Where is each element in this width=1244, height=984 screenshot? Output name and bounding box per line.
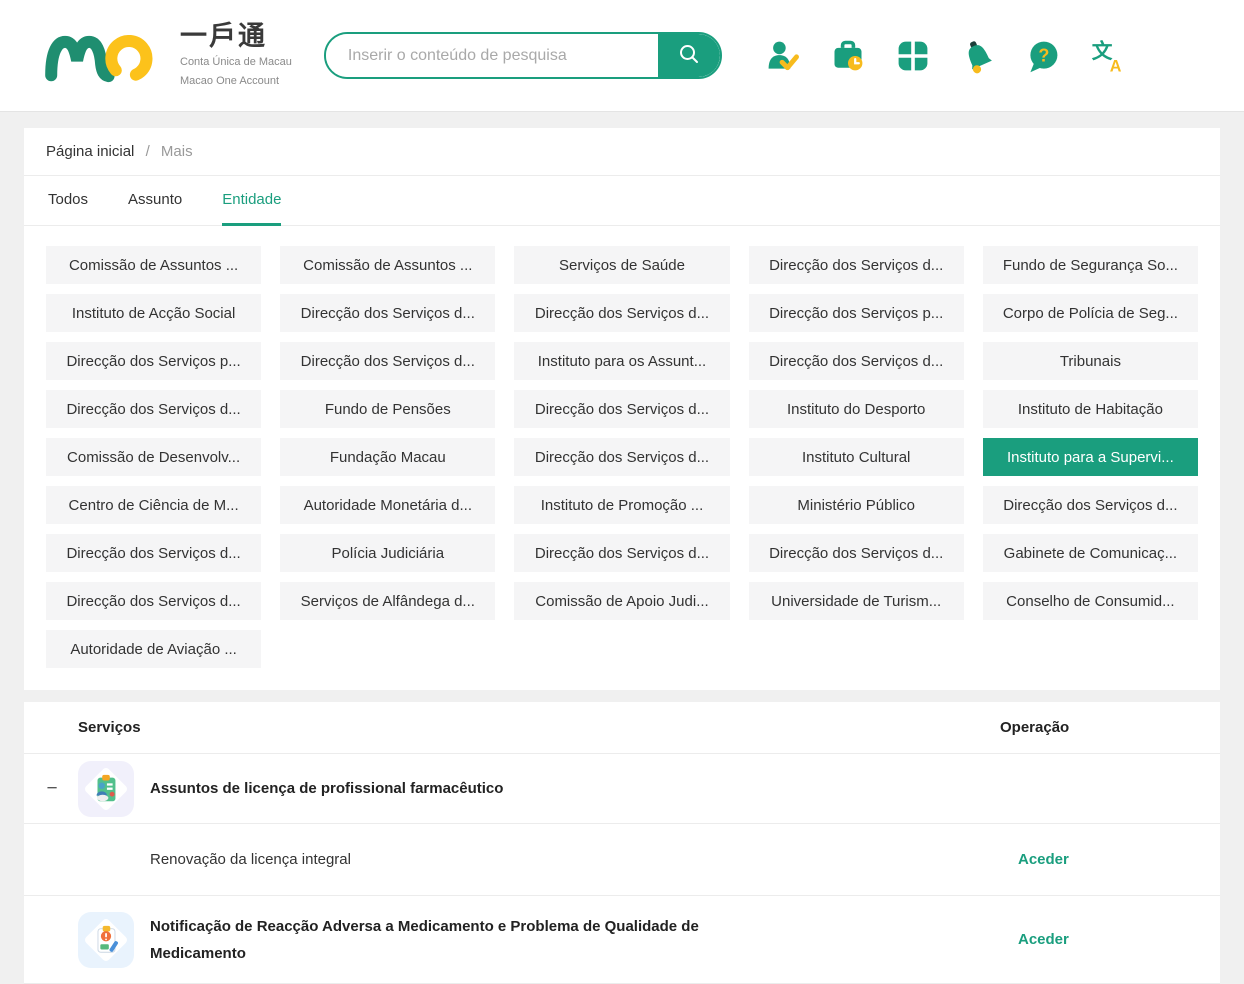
entity-button[interactable]: Corpo de Polícia de Seg... (983, 294, 1198, 332)
brand-subtitle-pt: Conta Única de Macau (180, 55, 292, 71)
entity-button[interactable]: Centro de Ciência de M... (46, 486, 261, 524)
brand-text: 一戶通 Conta Única de Macau Macao One Accou… (180, 21, 292, 90)
top-header: 一戶通 Conta Única de Macau Macao One Accou… (0, 0, 1244, 112)
header-icon-row: ? 文 A (764, 37, 1127, 75)
entity-button[interactable]: Direcção dos Serviços p... (46, 342, 261, 380)
service-child-title: Renovação da licença integral (150, 851, 351, 868)
entity-button[interactable]: Direcção dos Serviços d... (749, 342, 964, 380)
entity-button[interactable]: Instituto para a Supervi... (983, 438, 1198, 476)
entity-button[interactable]: Direcção dos Serviços p... (749, 294, 964, 332)
entity-button[interactable]: Tribunais (983, 342, 1198, 380)
services-card: Serviços Operação − Assuntos de licença (24, 702, 1220, 984)
entity-button[interactable]: Instituto de Habitação (983, 390, 1198, 428)
service-child-row: Renovação da licença integral Aceder (24, 824, 1220, 896)
tab-assunto[interactable]: Assunto (128, 176, 182, 226)
services-column-header: Serviços (24, 719, 1000, 736)
entity-button[interactable]: Comissão de Assuntos ... (280, 246, 495, 284)
entity-button[interactable]: Ministério Público (749, 486, 964, 524)
entity-button[interactable]: Comissão de Assuntos ... (46, 246, 261, 284)
entity-button[interactable]: Direcção dos Serviços d... (46, 534, 261, 572)
entity-button[interactable]: Direcção dos Serviços d... (46, 390, 261, 428)
breadcrumb-current: Mais (161, 143, 193, 160)
entity-button[interactable]: Direcção dos Serviços d... (983, 486, 1198, 524)
entity-grid: Comissão de Assuntos ... Comissão de Assu… (24, 226, 1220, 690)
entity-button[interactable]: Comissão de Desenvolv... (46, 438, 261, 476)
search-input[interactable] (326, 34, 658, 77)
filter-card: Página inicial / Mais Todos Assunto Enti… (24, 128, 1220, 690)
collapse-toggle[interactable]: − (38, 778, 66, 800)
tab-todos[interactable]: Todos (48, 176, 88, 226)
entity-button[interactable]: Autoridade de Aviação ... (46, 630, 261, 668)
brand-title: 一戶通 (180, 21, 292, 52)
brand-subtitle-en: Macao One Account (180, 74, 292, 90)
entity-button[interactable]: Direcção dos Serviços d... (514, 294, 729, 332)
entity-button[interactable]: Direcção dos Serviços d... (514, 390, 729, 428)
entity-button[interactable]: Serviços de Saúde (514, 246, 729, 284)
service-group-row: − Notificação de Reacção Adversa a Medic… (24, 896, 1220, 984)
service-group-title: Notificação de Reacção Adversa a Medicam… (150, 913, 720, 967)
bell-icon[interactable] (959, 37, 997, 75)
entity-button[interactable]: Instituto de Promoção ... (514, 486, 729, 524)
filter-tabs: Todos Assunto Entidade (24, 176, 1220, 226)
entity-button[interactable]: Instituto do Desporto (749, 390, 964, 428)
aceder-link[interactable]: Aceder (1000, 851, 1069, 868)
aceder-link[interactable]: Aceder (1000, 931, 1069, 948)
pharmacist-license-icon (78, 761, 134, 817)
entity-button[interactable]: Polícia Judiciária (280, 534, 495, 572)
brand-logo[interactable]: 一戶通 Conta Única de Macau Macao One Accou… (40, 16, 292, 95)
service-group-title: Assuntos de licença de profissional farm… (150, 775, 503, 802)
entity-button[interactable]: Fundo de Pensões (280, 390, 495, 428)
entity-button[interactable]: Direcção dos Serviços d... (280, 342, 495, 380)
language-icon[interactable]: 文 A (1089, 37, 1127, 75)
entity-button[interactable]: Fundação Macau (280, 438, 495, 476)
tab-entidade[interactable]: Entidade (222, 176, 281, 226)
help-icon[interactable]: ? (1024, 37, 1062, 75)
entity-button[interactable]: Direcção dos Serviços d... (514, 438, 729, 476)
breadcrumb-home-link[interactable]: Página inicial (46, 143, 134, 160)
entity-button[interactable]: Direcção dos Serviços d... (749, 534, 964, 572)
service-group-row: − Assuntos de licença de profissional fa… (24, 754, 1220, 824)
apps-icon[interactable] (894, 37, 932, 75)
entity-button[interactable]: Direcção dos Serviços d... (46, 582, 261, 620)
entity-button[interactable]: Direcção dos Serviços d... (514, 534, 729, 572)
entity-button[interactable]: Autoridade Monetária d... (280, 486, 495, 524)
briefcase-clock-icon[interactable] (829, 37, 867, 75)
entity-button[interactable]: Instituto Cultural (749, 438, 964, 476)
search-icon (677, 42, 701, 69)
svg-text:?: ? (1038, 45, 1049, 65)
entity-button[interactable]: Universidade de Turism... (749, 582, 964, 620)
adverse-reaction-icon (78, 912, 134, 968)
entity-button[interactable]: Fundo de Segurança So... (983, 246, 1198, 284)
entity-button[interactable]: Direcção dos Serviços d... (280, 294, 495, 332)
user-check-icon[interactable] (764, 37, 802, 75)
search-button[interactable] (658, 34, 720, 77)
breadcrumb-separator: / (146, 143, 150, 160)
mo-logo-icon (40, 16, 166, 95)
entity-button[interactable]: Conselho de Consumid... (983, 582, 1198, 620)
entity-button[interactable]: Comissão de Apoio Judi... (514, 582, 729, 620)
services-table-header: Serviços Operação (24, 702, 1220, 754)
operation-column-header: Operação (1000, 719, 1220, 736)
search-bar (324, 32, 722, 79)
entity-button[interactable]: Direcção dos Serviços d... (749, 246, 964, 284)
entity-button[interactable]: Gabinete de Comunicaç... (983, 534, 1198, 572)
entity-button[interactable]: Serviços de Alfândega d... (280, 582, 495, 620)
entity-button[interactable]: Instituto para os Assunt... (514, 342, 729, 380)
breadcrumb: Página inicial / Mais (24, 128, 1220, 176)
svg-text:A: A (1110, 57, 1122, 74)
entity-button[interactable]: Instituto de Acção Social (46, 294, 261, 332)
